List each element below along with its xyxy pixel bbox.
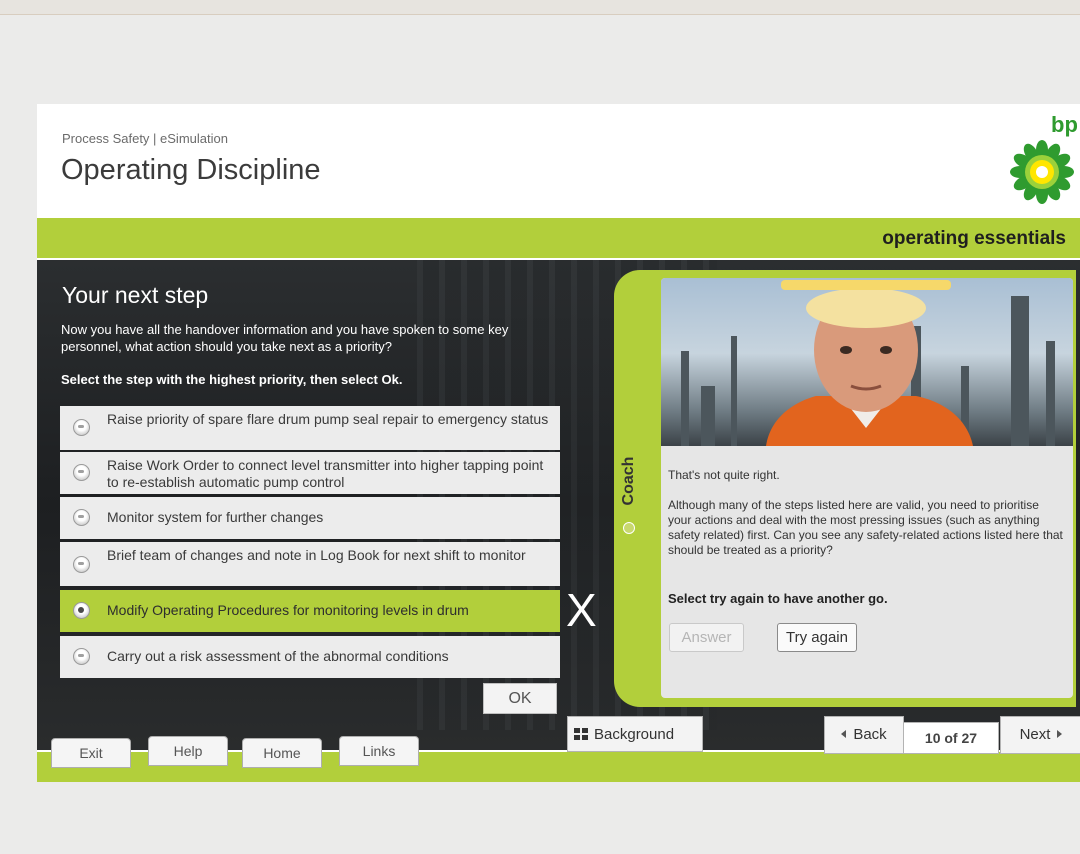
grid-icon: [574, 728, 588, 740]
option-3[interactable]: Monitor system for further changes: [60, 497, 560, 539]
next-button[interactable]: Next: [1000, 716, 1080, 754]
question-instruction: Select the step with the highest priorit…: [61, 372, 403, 387]
option-1[interactable]: Raise priority of spare flare drum pump …: [60, 406, 560, 450]
coach-person-icon: [766, 280, 973, 446]
coach-tab[interactable]: Coach: [617, 450, 641, 534]
option-6[interactable]: Carry out a risk assessment of the abnor…: [60, 636, 560, 678]
radio-button-icon[interactable]: [73, 648, 90, 665]
feedback-instruction: Select try again to have another go.: [668, 591, 888, 606]
option-5-selected[interactable]: Modify Operating Procedures for monitori…: [60, 590, 560, 632]
triangle-right-icon: [1057, 730, 1063, 738]
brand-strip: operating essentials: [37, 218, 1080, 258]
bp-helios-logo-icon: [1010, 140, 1074, 204]
back-button[interactable]: Back: [824, 716, 904, 754]
question-text: Now you have all the handover informatio…: [61, 322, 509, 354]
coach-indicator-icon: [623, 522, 635, 534]
coach-photo: [661, 278, 1073, 446]
option-2[interactable]: Raise Work Order to connect level transm…: [60, 452, 560, 494]
bp-logo-text: bp: [1051, 112, 1078, 137]
radio-button-icon[interactable]: [73, 464, 90, 481]
coach-card: That's not quite right. Although many of…: [661, 278, 1073, 698]
exit-button[interactable]: Exit: [51, 738, 131, 768]
radio-button-icon[interactable]: [73, 509, 90, 526]
coach-tab-label: Coach: [620, 456, 637, 506]
option-label: Raise priority of spare flare drum pump …: [107, 411, 549, 427]
help-button[interactable]: Help: [148, 736, 228, 766]
feedback-headline: That's not quite right.: [668, 468, 780, 482]
cross-icon: X: [566, 584, 597, 636]
background-button[interactable]: Background: [567, 716, 703, 752]
home-button[interactable]: Home: [242, 738, 322, 768]
back-button-label: Back: [853, 726, 887, 743]
answer-button[interactable]: Answer: [669, 623, 744, 652]
option-4[interactable]: Brief team of changes and note in Log Bo…: [60, 542, 560, 586]
radio-button-icon[interactable]: [73, 419, 90, 436]
option-label: Carry out a risk assessment of the abnor…: [107, 648, 449, 664]
ok-button[interactable]: OK: [483, 683, 557, 714]
option-label: Monitor system for further changes: [107, 509, 324, 525]
radio-button-icon[interactable]: [73, 556, 90, 573]
brand-strip-text: operating essentials: [882, 228, 1066, 249]
radio-button-selected-icon[interactable]: [73, 602, 90, 619]
page-counter: 10 of 27: [903, 722, 999, 754]
option-label: Modify Operating Procedures for monitori…: [107, 602, 469, 618]
question-title: Your next step: [62, 282, 209, 308]
triangle-left-icon: [841, 730, 847, 738]
course-frame: Process Safety | eSimulation Operating D…: [37, 104, 1080, 782]
try-again-button[interactable]: Try again: [777, 623, 857, 652]
links-button[interactable]: Links: [339, 736, 419, 766]
option-label: Raise Work Order to connect level transm…: [107, 457, 544, 490]
window-top-edge: [0, 0, 1080, 15]
feedback-text: Although many of the steps listed here a…: [668, 498, 1063, 557]
course-subtitle: Process Safety | eSimulation: [62, 131, 228, 146]
next-button-label: Next: [1019, 726, 1051, 743]
course-title: Operating Discipline: [61, 154, 321, 186]
option-label: Brief team of changes and note in Log Bo…: [107, 547, 526, 563]
question-panel: Your next step Now you have all the hand…: [37, 260, 1080, 750]
background-button-label: Background: [594, 726, 675, 743]
